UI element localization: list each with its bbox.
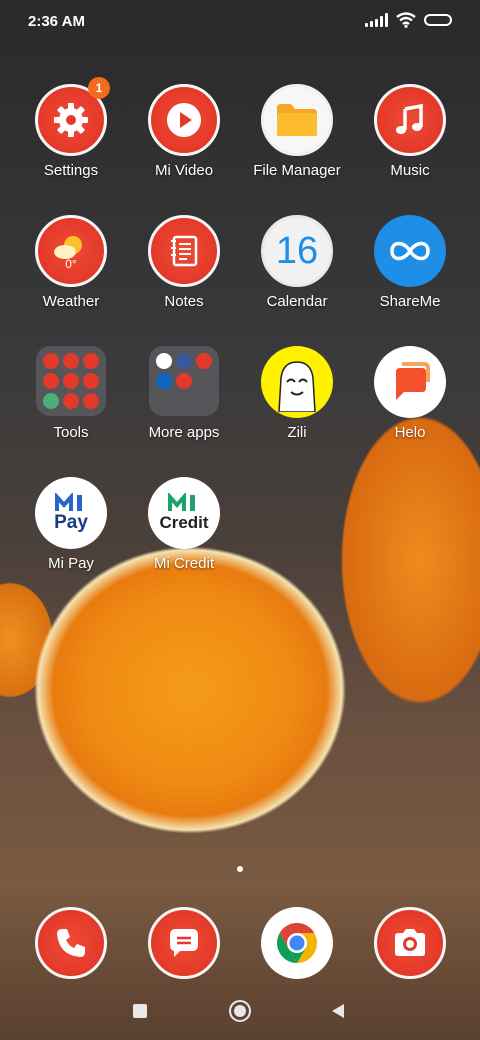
phone-icon — [35, 907, 107, 979]
dock-messaging[interactable] — [129, 907, 239, 979]
app-label: More apps — [148, 424, 220, 441]
recents-button[interactable] — [133, 1004, 147, 1018]
weather-temp: 0° — [65, 257, 77, 271]
folder-icon — [261, 84, 333, 156]
calendar-day: 16 — [275, 229, 319, 272]
dock-chrome[interactable] — [242, 907, 352, 979]
camera-icon — [374, 907, 446, 979]
dock-camera[interactable] — [355, 907, 465, 979]
page-indicator — [0, 866, 480, 872]
helo-icon — [374, 346, 446, 418]
tools-folder-icon — [36, 346, 106, 416]
app-notes[interactable]: Notes — [129, 215, 239, 310]
app-label: Settings — [43, 162, 99, 179]
messaging-icon — [148, 907, 220, 979]
app-label: ShareMe — [379, 293, 441, 310]
app-weather[interactable]: 0° Weather — [16, 215, 126, 310]
dock-phone[interactable] — [16, 907, 126, 979]
app-label: Mi Pay — [48, 555, 94, 572]
calendar-icon: 16 — [261, 215, 333, 287]
back-button[interactable] — [331, 1003, 345, 1019]
app-label: Mi Video — [154, 162, 214, 179]
folder-tools[interactable]: Tools — [16, 346, 126, 441]
mi-pay-logo-text: Pay — [54, 512, 88, 533]
home-button[interactable] — [229, 1000, 251, 1022]
signal-icon — [365, 13, 388, 27]
app-label: Notes — [164, 293, 204, 310]
app-shareme[interactable]: ShareMe — [355, 215, 465, 310]
wifi-icon — [396, 12, 416, 28]
app-mi-credit[interactable]: Credit Mi Credit — [129, 477, 239, 572]
app-mi-pay[interactable]: Pay Mi Pay — [16, 477, 126, 572]
app-label: Weather — [42, 293, 100, 310]
app-label: Zili — [287, 424, 307, 441]
page-dot-active — [237, 866, 243, 872]
app-file-manager[interactable]: File Manager — [242, 84, 352, 179]
app-zili[interactable]: Zili — [242, 346, 352, 441]
app-helo[interactable]: Helo — [355, 346, 465, 441]
home-screen: 2:36 AM 1 Settings Mi Video File Manager… — [0, 0, 480, 1040]
status-time: 2:36 AM — [28, 13, 85, 30]
notification-badge: 1 — [88, 77, 110, 99]
app-music[interactable]: Music — [355, 84, 465, 179]
folder-more-apps[interactable]: More apps — [129, 346, 239, 441]
weather-icon: 0° — [35, 215, 107, 287]
zili-face-icon — [261, 346, 333, 418]
music-note-icon — [374, 84, 446, 156]
shareme-icon — [374, 215, 446, 287]
app-label: Music — [390, 162, 430, 179]
mi-credit-logo-text: Credit — [159, 513, 209, 532]
app-label: Helo — [394, 424, 426, 441]
app-mi-video[interactable]: Mi Video — [129, 84, 239, 179]
mi-pay-icon: Pay — [35, 477, 107, 549]
chrome-icon — [261, 907, 333, 979]
app-label: Mi Credit — [153, 555, 214, 572]
status-bar: 2:36 AM — [0, 0, 480, 44]
settings-icon: 1 — [35, 77, 110, 156]
more-apps-folder-icon — [149, 346, 219, 416]
app-settings[interactable]: 1 Settings — [16, 77, 126, 179]
notes-icon — [148, 215, 220, 287]
app-label: File Manager — [253, 162, 341, 179]
play-icon — [148, 84, 220, 156]
battery-icon — [424, 14, 452, 26]
app-label: Tools — [53, 424, 89, 441]
app-calendar[interactable]: 16 Calendar — [242, 215, 352, 310]
navigation-bar — [0, 990, 480, 1034]
mi-credit-icon: Credit — [148, 477, 220, 549]
app-label: Calendar — [266, 293, 328, 310]
